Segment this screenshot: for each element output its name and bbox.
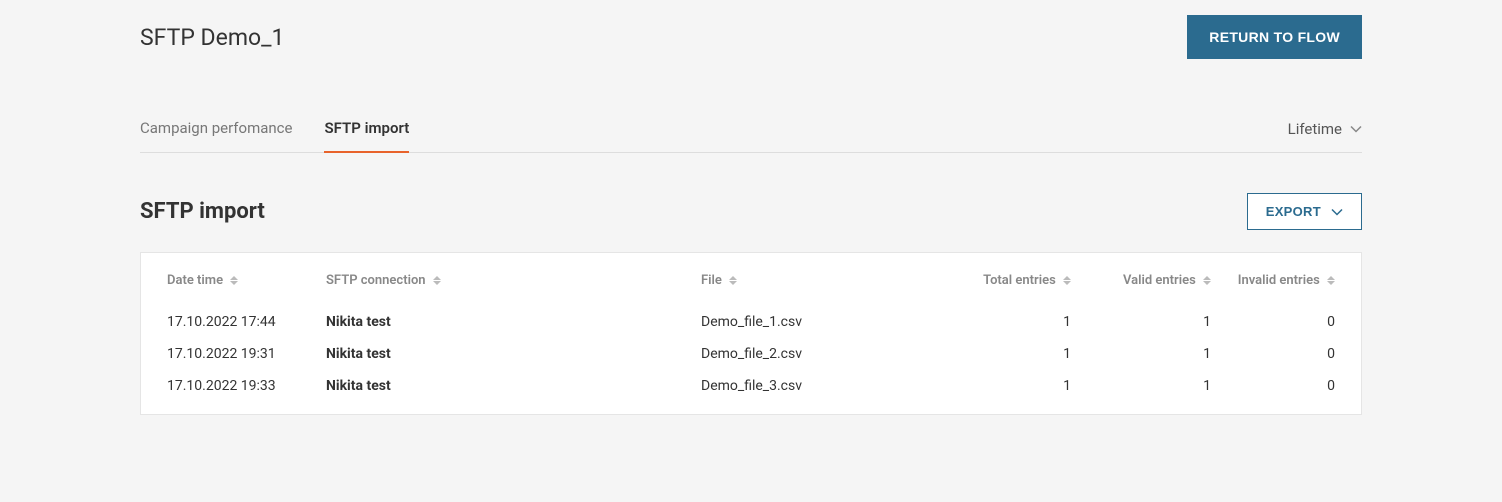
cell-valid: 1 — [1081, 306, 1221, 338]
chevron-down-icon — [1350, 125, 1362, 133]
table-row: 17.10.2022 17:44Nikita testDemo_file_1.c… — [141, 306, 1361, 338]
cell-invalid: 0 — [1221, 338, 1361, 370]
table-row: 17.10.2022 19:31Nikita testDemo_file_2.c… — [141, 338, 1361, 370]
col-header-label: Date time — [167, 273, 223, 288]
cell-file: Demo_file_3.csv — [691, 370, 941, 414]
chevron-down-icon — [1331, 208, 1343, 216]
col-header-label: File — [701, 273, 722, 288]
tabs: Campaign perfomance SFTP import — [140, 119, 409, 152]
import-table: Date time SFTP connection File Total ent… — [141, 253, 1361, 414]
export-button-label: EXPORT — [1266, 204, 1321, 219]
table-row: 17.10.2022 19:33Nikita testDemo_file_3.c… — [141, 370, 1361, 414]
cell-valid: 1 — [1081, 370, 1221, 414]
cell-datetime: 17.10.2022 19:31 — [141, 338, 316, 370]
col-header-label: Invalid entries — [1238, 273, 1320, 288]
sort-icon — [1063, 276, 1071, 285]
sort-icon — [1203, 276, 1211, 285]
time-range-dropdown[interactable]: Lifetime — [1288, 120, 1362, 152]
cell-file: Demo_file_2.csv — [691, 338, 941, 370]
col-header-label: Total entries — [983, 273, 1056, 288]
col-header-label: SFTP connection — [326, 273, 426, 288]
section-title: SFTP import — [140, 199, 265, 224]
cell-total: 1 — [941, 306, 1081, 338]
col-header-valid[interactable]: Valid entries — [1081, 253, 1221, 306]
col-header-datetime[interactable]: Date time — [141, 253, 316, 306]
col-header-total[interactable]: Total entries — [941, 253, 1081, 306]
cell-invalid: 0 — [1221, 370, 1361, 414]
cell-file: Demo_file_1.csv — [691, 306, 941, 338]
col-header-label: Valid entries — [1123, 273, 1196, 288]
time-range-label: Lifetime — [1288, 120, 1342, 138]
col-header-connection[interactable]: SFTP connection — [316, 253, 691, 306]
sort-icon — [230, 276, 238, 285]
cell-datetime: 17.10.2022 17:44 — [141, 306, 316, 338]
tab-sftp-import[interactable]: SFTP import — [324, 119, 409, 153]
sort-icon — [433, 276, 441, 285]
cell-connection: Nikita test — [316, 306, 691, 338]
import-table-card: Date time SFTP connection File Total ent… — [140, 252, 1362, 415]
cell-connection: Nikita test — [316, 338, 691, 370]
cell-datetime: 17.10.2022 19:33 — [141, 370, 316, 414]
page-title: SFTP Demo_1 — [140, 24, 284, 51]
col-header-invalid[interactable]: Invalid entries — [1221, 253, 1361, 306]
cell-total: 1 — [941, 338, 1081, 370]
cell-valid: 1 — [1081, 338, 1221, 370]
return-to-flow-button[interactable]: RETURN TO FLOW — [1187, 15, 1362, 59]
col-header-file[interactable]: File — [691, 253, 941, 306]
sort-icon — [1327, 276, 1335, 285]
tab-campaign-performance[interactable]: Campaign perfomance — [140, 119, 292, 153]
cell-total: 1 — [941, 370, 1081, 414]
cell-connection: Nikita test — [316, 370, 691, 414]
cell-invalid: 0 — [1221, 306, 1361, 338]
export-button[interactable]: EXPORT — [1247, 193, 1362, 230]
sort-icon — [729, 276, 737, 285]
